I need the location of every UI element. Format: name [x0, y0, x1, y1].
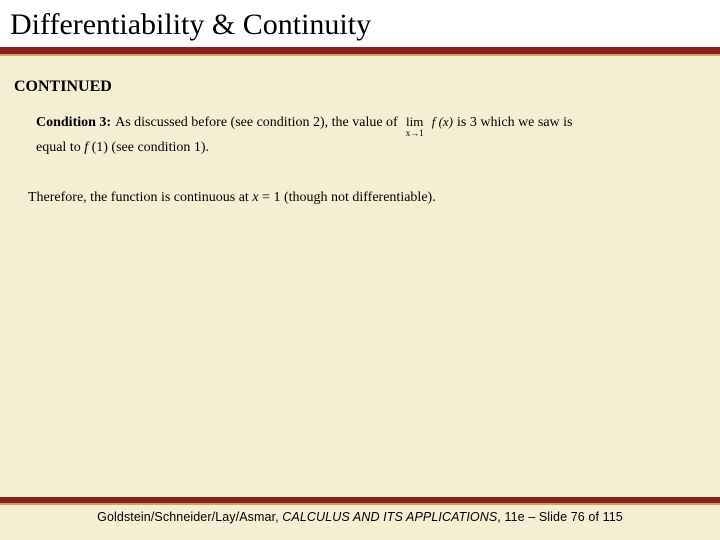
limit-fx: f (x) [432, 113, 453, 131]
footer-edition: , 11e – Slide 76 of 115 [497, 510, 623, 524]
condition-line-1: Condition 3: As discussed before (see co… [36, 112, 692, 135]
condition-label: Condition 3: [36, 114, 111, 133]
footer: Goldstein/Schneider/Lay/Asmar, CALCULUS … [0, 497, 720, 524]
footer-authors: Goldstein/Schneider/Lay/Asmar, [97, 510, 282, 524]
title-block: Differentiability & Continuity [0, 0, 720, 47]
title-rule [0, 47, 720, 54]
line2-fx: f [84, 140, 91, 155]
line2-b: (1) (see condition 1). [92, 140, 209, 155]
condition-text-before: As discussed before (see condition 2), t… [115, 114, 398, 133]
condition-line-2: equal to f (1) (see condition 1). [36, 139, 692, 158]
body-text: Condition 3: As discussed before (see co… [0, 112, 720, 158]
limit-sub: x→1 [406, 129, 424, 138]
line2-a: equal to [36, 140, 84, 155]
footer-text: Goldstein/Schneider/Lay/Asmar, CALCULUS … [0, 505, 720, 524]
conclusion-b: = 1 (though not differentiable). [259, 190, 436, 205]
conclusion-a: Therefore, the function is continuous at [28, 190, 252, 205]
condition-text-after: is 3 which we saw is [457, 114, 573, 133]
page-title: Differentiability & Continuity [10, 8, 710, 41]
limit-lim: lim [406, 115, 423, 128]
limit-expression: lim x→1 [406, 115, 424, 138]
continued-label: CONTINUED [0, 78, 720, 96]
footer-book: CALCULUS AND ITS APPLICATIONS [282, 510, 497, 524]
conclusion: Therefore, the function is continuous at… [0, 190, 720, 206]
